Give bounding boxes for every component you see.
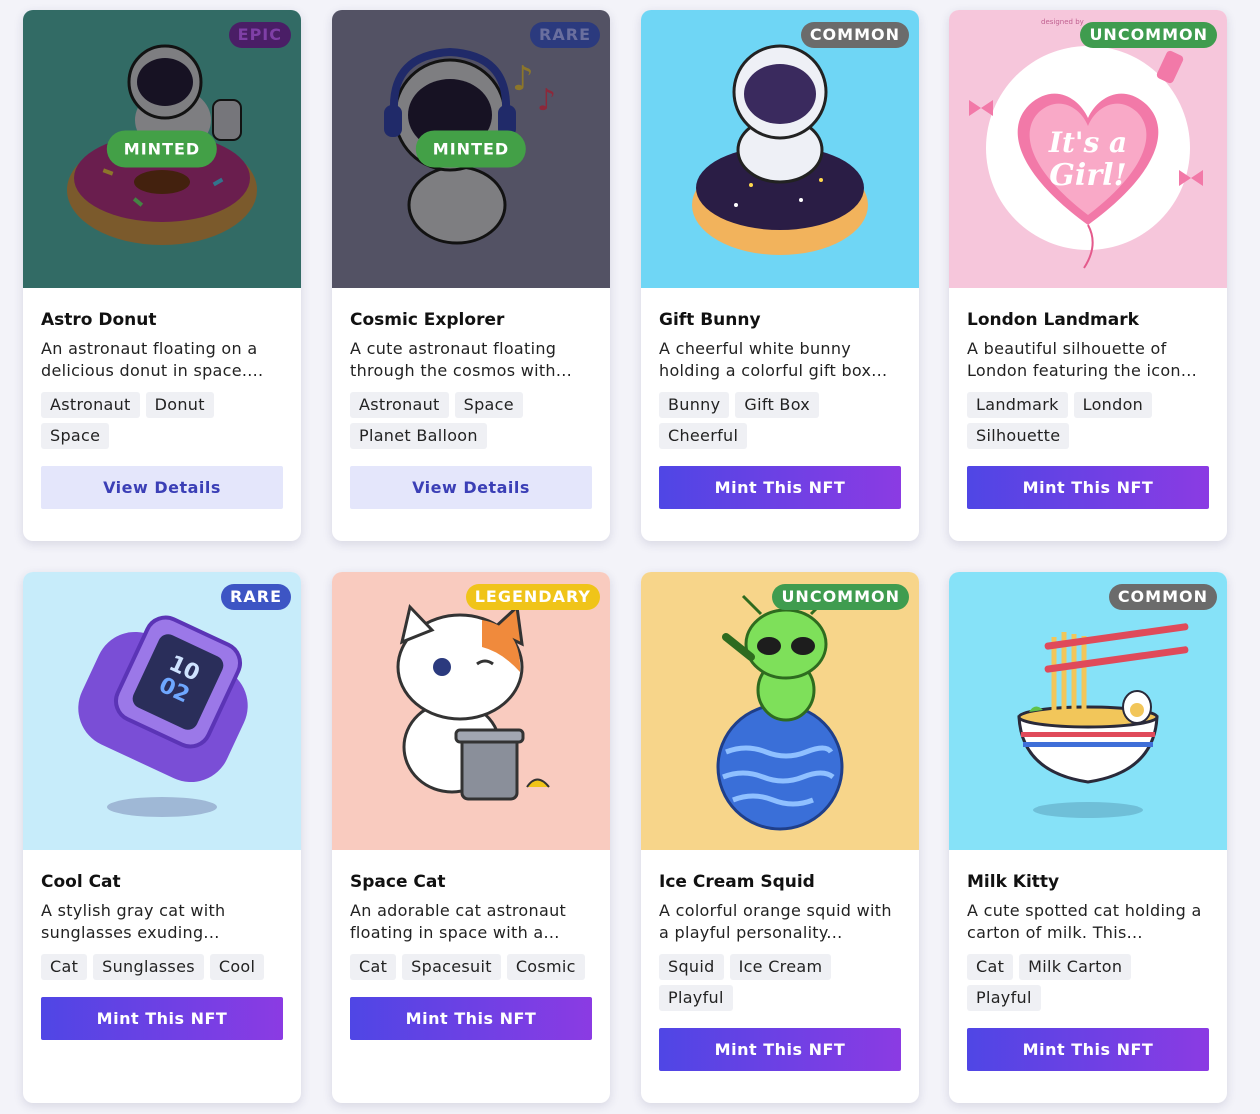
nft-card-gift-bunny[interactable]: COMMON Gift Bunny A cheerful white bunny… <box>641 10 919 541</box>
nft-card-london-landmark[interactable]: It's a Girl! designed by UNCOMMON London… <box>949 10 1227 541</box>
minted-badge: MINTED <box>106 130 218 168</box>
nft-title: Cosmic Explorer <box>350 310 505 330</box>
watermark-text: designed by <box>1041 18 1084 26</box>
nft-description: An astronaut floating on a delicious don… <box>41 339 264 380</box>
tag: London <box>1073 392 1153 418</box>
tag-list: Bunny Gift Box Cheerful <box>659 392 901 449</box>
nft-title: Gift Bunny <box>659 310 761 330</box>
nft-title: Space Cat <box>350 872 446 892</box>
tag-list: Astronaut Space Planet Balloon <box>350 392 592 449</box>
nft-artwork: LEGENDARY <box>332 572 610 850</box>
rarity-badge: COMMON <box>800 22 909 48</box>
mint-nft-button[interactable]: Mint This NFT <box>967 466 1209 509</box>
nft-title: Astro Donut <box>41 310 157 330</box>
tag: Ice Cream <box>729 954 832 980</box>
nft-description: A beautiful silhouette of London featuri… <box>967 339 1198 380</box>
nft-artwork: COMMON <box>949 572 1227 850</box>
rarity-badge: LEGENDARY <box>465 584 600 610</box>
tag-list: Cat Spacesuit Cosmic <box>350 954 592 980</box>
tag-list: Cat Milk Carton Playful <box>967 954 1209 1011</box>
mint-nft-button[interactable]: Mint This NFT <box>659 466 901 509</box>
nft-card-cool-cat[interactable]: 10 02 RARE Cool Cat A stylish gray cat w… <box>23 572 301 1103</box>
tag: Spacesuit <box>402 954 501 980</box>
mint-nft-button[interactable]: Mint This NFT <box>967 1028 1209 1071</box>
tag-list: Cat Sunglasses Cool <box>41 954 283 980</box>
nft-title: Ice Cream Squid <box>659 872 815 892</box>
tag: Cat <box>967 954 1014 980</box>
tag: Cat <box>350 954 397 980</box>
rarity-badge: UNCOMMON <box>1080 22 1217 48</box>
tag: Sunglasses <box>93 954 204 980</box>
tag: Donut <box>145 392 214 418</box>
tag: Milk Carton <box>1019 954 1132 980</box>
tag: Silhouette <box>967 423 1070 449</box>
tag-list: Landmark London Silhouette <box>967 392 1209 449</box>
nft-description: A cute spotted cat holding a carton of m… <box>967 901 1202 942</box>
rarity-badge: EPIC <box>228 22 291 48</box>
mint-nft-button[interactable]: Mint This NFT <box>659 1028 901 1071</box>
view-details-button[interactable]: View Details <box>350 466 592 509</box>
nft-title: Milk Kitty <box>967 872 1060 892</box>
tag: Planet Balloon <box>350 423 487 449</box>
nft-title: Cool Cat <box>41 872 121 892</box>
heart-text-line1: It's a <box>1048 126 1127 159</box>
nft-card-space-cat[interactable]: LEGENDARY Space Cat An adorable cat astr… <box>332 572 610 1103</box>
tag-list: Astronaut Donut Space <box>41 392 283 449</box>
nft-card-cosmic-explorer[interactable]: ♪ ♪ MINTED RARE Cosmic Explorer A cute a… <box>332 10 610 541</box>
tag: Cool <box>209 954 265 980</box>
nft-title: London Landmark <box>967 310 1139 330</box>
view-details-button[interactable]: View Details <box>41 466 283 509</box>
nft-artwork: It's a Girl! designed by UNCOMMON <box>949 10 1227 288</box>
tag: Astronaut <box>41 392 140 418</box>
tag: Cat <box>41 954 88 980</box>
rarity-badge: UNCOMMON <box>772 584 909 610</box>
tag-list: Squid Ice Cream Playful <box>659 954 901 1011</box>
nft-artwork: UNCOMMON <box>641 572 919 850</box>
tag: Cheerful <box>659 423 748 449</box>
nft-description: An adorable cat astronaut floating in sp… <box>350 901 567 942</box>
nft-description: A cheerful white bunny holding a colorfu… <box>659 339 888 380</box>
nft-card-ice-cream-squid[interactable]: UNCOMMON Ice Cream Squid A colorful oran… <box>641 572 919 1103</box>
rarity-badge: RARE <box>221 584 291 610</box>
nft-artwork: COMMON <box>641 10 919 288</box>
tag: Playful <box>967 985 1041 1011</box>
tag: Astronaut <box>350 392 449 418</box>
nft-description: A colorful orange squid with a playful p… <box>659 901 892 942</box>
tag: Gift Box <box>735 392 820 418</box>
tag: Bunny <box>659 392 730 418</box>
rarity-badge: RARE <box>530 22 600 48</box>
nft-card-milk-kitty[interactable]: COMMON Milk Kitty A cute spotted cat hol… <box>949 572 1227 1103</box>
tag: Space <box>41 423 110 449</box>
minted-badge: MINTED <box>415 130 527 168</box>
nft-artwork: MINTED EPIC <box>23 10 301 288</box>
tag: Squid <box>659 954 724 980</box>
nft-card-astro-donut[interactable]: MINTED EPIC Astro Donut An astronaut flo… <box>23 10 301 541</box>
mint-nft-button[interactable]: Mint This NFT <box>350 997 592 1040</box>
tag: Landmark <box>967 392 1068 418</box>
rarity-badge: COMMON <box>1108 584 1217 610</box>
nft-description: A stylish gray cat with sunglasses exudi… <box>41 901 226 942</box>
tag: Playful <box>659 985 733 1011</box>
tag: Cosmic <box>506 954 585 980</box>
mint-nft-button[interactable]: Mint This NFT <box>41 997 283 1040</box>
nft-artwork: ♪ ♪ MINTED RARE <box>332 10 610 288</box>
nft-description: A cute astronaut floating through the co… <box>350 339 573 380</box>
nft-artwork: 10 02 RARE <box>23 572 301 850</box>
heart-text-line2: Girl! <box>1049 158 1126 193</box>
tag: Space <box>454 392 523 418</box>
